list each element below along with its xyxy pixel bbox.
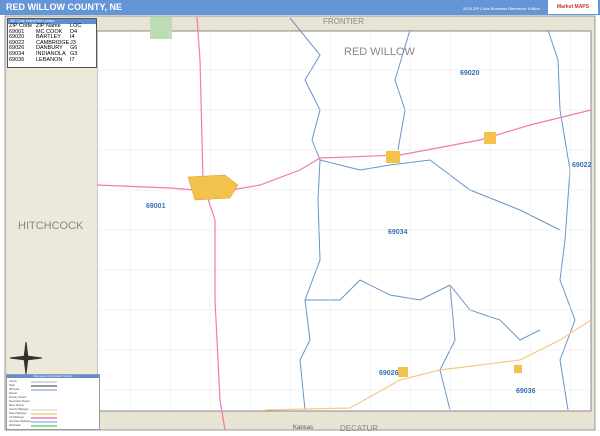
- zip-locator-table: ZIP Code Index/Grid Locator ZIP Code ZIP …: [7, 18, 97, 68]
- map-title: RED WILLOW COUNTY, NE: [6, 2, 122, 12]
- label-kansas: Kansas: [293, 425, 314, 431]
- town-lebanon: [514, 365, 522, 373]
- label-decatur: DECATUR: [340, 424, 379, 433]
- town-bartley: [484, 132, 496, 144]
- legend-item: Toll Roads: [9, 424, 21, 427]
- legend-item: US Highways: [9, 416, 25, 419]
- legend-item: Primary Streets: [9, 396, 27, 399]
- map-legend: Map Legend & Population Symbols County S…: [6, 374, 100, 430]
- map-canvas[interactable]: [0, 15, 600, 436]
- park-area: [150, 17, 172, 39]
- zip-label: 69001: [146, 203, 166, 210]
- legend-item: County: [9, 380, 17, 383]
- legend-item: State: [9, 384, 15, 387]
- legend-item: ZIP Code: [9, 388, 20, 391]
- town-indianola: [386, 151, 400, 163]
- zip-label: 69034: [388, 229, 408, 236]
- label-county: RED WILLOW: [344, 46, 415, 58]
- zip-label: 69036: [516, 388, 536, 395]
- legend-item: State Highways: [9, 412, 27, 415]
- table-row: 69036 LEBANON I7: [9, 56, 75, 63]
- title-bar: RED WILLOW COUNTY, NE 2026 ZIP Code Busi…: [0, 0, 600, 15]
- zip-label: 69026: [379, 370, 399, 377]
- legend-item: Streets: [9, 392, 17, 395]
- legend-item: Minor Streets: [9, 404, 24, 407]
- label-frontier: FRONTIER: [323, 17, 364, 26]
- legend-item: Interstate Highways: [9, 420, 31, 423]
- edition-label: 2026 ZIP Code Business Reference Edition: [462, 6, 540, 11]
- zip-label: 69022: [572, 162, 592, 169]
- legend-heading: Map Legend & Population Symbols: [7, 375, 99, 378]
- label-hitchcock: HITCHCOCK: [18, 220, 84, 232]
- town-danbury: [398, 367, 408, 377]
- zip-label: 69020: [460, 70, 480, 77]
- legend-item: Secondary Streets: [9, 400, 30, 403]
- legend-item: County Highways: [9, 408, 29, 411]
- logo: Market MAPS: [548, 0, 598, 14]
- county-area: [96, 30, 592, 412]
- legend-swatches: [31, 381, 57, 427]
